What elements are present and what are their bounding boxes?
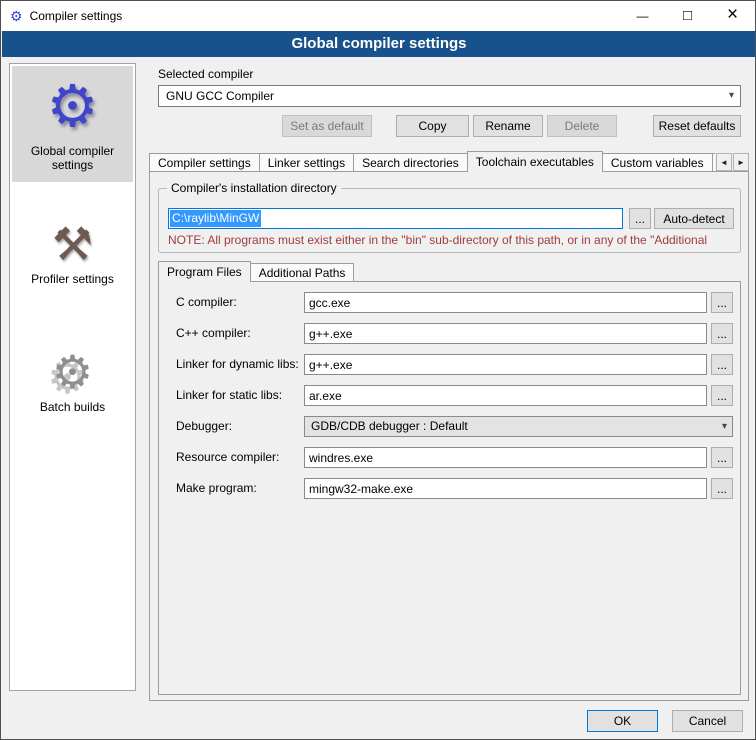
cpp-compiler-input[interactable]	[304, 323, 707, 344]
profiler-tool-icon: ⚒	[12, 218, 133, 270]
program-row: C compiler: ...	[159, 292, 740, 313]
dialog-banner-title: Global compiler settings	[2, 31, 756, 57]
program-row: Debugger: GDB/CDB debugger : Default ▾	[159, 416, 740, 437]
tab-scroll-controls: ◄ ►	[715, 153, 749, 171]
tab-linker-settings[interactable]: Linker settings	[259, 153, 354, 172]
sidebar-item-label: Batch builds	[12, 398, 133, 424]
tab-compiler-settings[interactable]: Compiler settings	[149, 153, 260, 172]
linker-dynamic-input[interactable]	[304, 354, 707, 375]
tab-search-directories[interactable]: Search directories	[353, 153, 468, 172]
tab-toolchain-executables[interactable]: Toolchain executables	[467, 151, 603, 172]
chevron-down-icon: ▾	[722, 417, 727, 436]
program-row: Resource compiler: ...	[159, 447, 740, 468]
resource-compiler-browse-button[interactable]: ...	[711, 447, 733, 468]
program-row: C++ compiler: ...	[159, 323, 740, 344]
installation-directory-group: Compiler's installation directory C:\ray…	[158, 188, 741, 253]
tab-scroll-left-button[interactable]: ◄	[716, 153, 732, 171]
arrow-left-icon: ◄	[720, 158, 728, 167]
linker-dynamic-label: Linker for dynamic libs:	[176, 354, 299, 375]
tab-additional-paths[interactable]: Additional Paths	[250, 263, 355, 282]
maximize-icon: □	[683, 7, 692, 24]
gear-icon: ⚙	[12, 72, 133, 142]
titlebar: ⚙ Compiler settings — □ ×	[1, 1, 755, 31]
selected-compiler-label: Selected compiler	[158, 67, 253, 81]
compiler-settings-window: ⚙ Compiler settings — □ × Global compile…	[0, 0, 756, 740]
toolchain-executables-panel: Compiler's installation directory C:\ray…	[149, 171, 749, 701]
c-compiler-browse-button[interactable]: ...	[711, 292, 733, 313]
sidebar-item-global-compiler-settings[interactable]: ⚙ Global compiler settings	[12, 66, 133, 182]
maximize-button[interactable]: □	[665, 1, 710, 31]
cpp-compiler-browse-button[interactable]: ...	[711, 323, 733, 344]
settings-tabs-strip: Compiler settings Linker settings Search…	[149, 150, 715, 172]
compiler-select-value: GNU GCC Compiler	[166, 86, 274, 106]
settings-category-list: ⚙ Global compiler settings ⚒ Profiler se…	[9, 63, 136, 691]
installation-directory-input[interactable]: C:\raylib\MinGW	[168, 208, 623, 229]
close-icon: ×	[727, 4, 738, 26]
rename-button[interactable]: Rename	[473, 115, 543, 137]
app-icon: ⚙	[10, 8, 23, 24]
sidebar-item-label: Profiler settings	[12, 270, 133, 296]
debugger-select-value: GDB/CDB debugger : Default	[311, 419, 468, 433]
gears-icon: ⚙	[12, 346, 133, 398]
sidebar-item-batch-builds[interactable]: ⚙ Batch builds	[12, 340, 133, 424]
program-row: Linker for static libs: ...	[159, 385, 740, 406]
make-program-browse-button[interactable]: ...	[711, 478, 733, 499]
linker-static-label: Linker for static libs:	[176, 385, 282, 406]
copy-button[interactable]: Copy	[396, 115, 469, 137]
cancel-button[interactable]: Cancel	[672, 710, 743, 732]
cpp-compiler-label: C++ compiler:	[176, 323, 251, 344]
linker-static-input[interactable]	[304, 385, 707, 406]
program-row: Make program: ...	[159, 478, 740, 499]
linker-static-browse-button[interactable]: ...	[711, 385, 733, 406]
browse-directory-button[interactable]: ...	[629, 208, 651, 229]
program-files-panel: C compiler: ... C++ compiler: ... Linker…	[158, 281, 741, 695]
c-compiler-input[interactable]	[304, 292, 707, 313]
linker-dynamic-browse-button[interactable]: ...	[711, 354, 733, 375]
close-button[interactable]: ×	[710, 1, 755, 31]
window-title: Compiler settings	[30, 9, 123, 23]
delete-button: Delete	[547, 115, 617, 137]
tab-custom-variables[interactable]: Custom variables	[602, 153, 713, 172]
program-row: Linker for dynamic libs: ...	[159, 354, 740, 375]
sidebar-item-profiler-settings[interactable]: ⚒ Profiler settings	[12, 212, 133, 296]
ok-button[interactable]: OK	[587, 710, 658, 732]
tab-scroll-right-button[interactable]: ►	[733, 153, 749, 171]
sidebar-item-label: Global compiler settings	[12, 142, 133, 182]
minimize-icon: —	[637, 9, 649, 23]
debugger-label: Debugger:	[176, 416, 232, 437]
debugger-select[interactable]: GDB/CDB debugger : Default ▾	[304, 416, 733, 437]
reset-defaults-button[interactable]: Reset defaults	[653, 115, 741, 137]
resource-compiler-input[interactable]	[304, 447, 707, 468]
window-controls: — □ ×	[620, 1, 755, 31]
compiler-select[interactable]: GNU GCC Compiler ▾	[158, 85, 741, 107]
make-program-input[interactable]	[304, 478, 707, 499]
installation-directory-value: C:\raylib\MinGW	[170, 210, 261, 227]
set-as-default-button: Set as default	[282, 115, 372, 137]
program-tabs: Program Files Additional Paths	[158, 260, 458, 282]
auto-detect-button[interactable]: Auto-detect	[654, 208, 734, 229]
make-program-label: Make program:	[176, 478, 257, 499]
installation-directory-group-label: Compiler's installation directory	[167, 181, 341, 195]
c-compiler-label: C compiler:	[176, 292, 237, 313]
minimize-button[interactable]: —	[620, 1, 665, 31]
settings-tabs: Compiler settings Linker settings Search…	[149, 150, 749, 172]
arrow-right-icon: ►	[737, 158, 745, 167]
program-tabs-strip: Program Files Additional Paths	[158, 260, 458, 282]
bin-subdirectory-note: NOTE: All programs must exist either in …	[168, 233, 740, 247]
chevron-down-icon: ▾	[729, 86, 734, 106]
tab-program-files[interactable]: Program Files	[158, 261, 251, 282]
resource-compiler-label: Resource compiler:	[176, 447, 279, 468]
